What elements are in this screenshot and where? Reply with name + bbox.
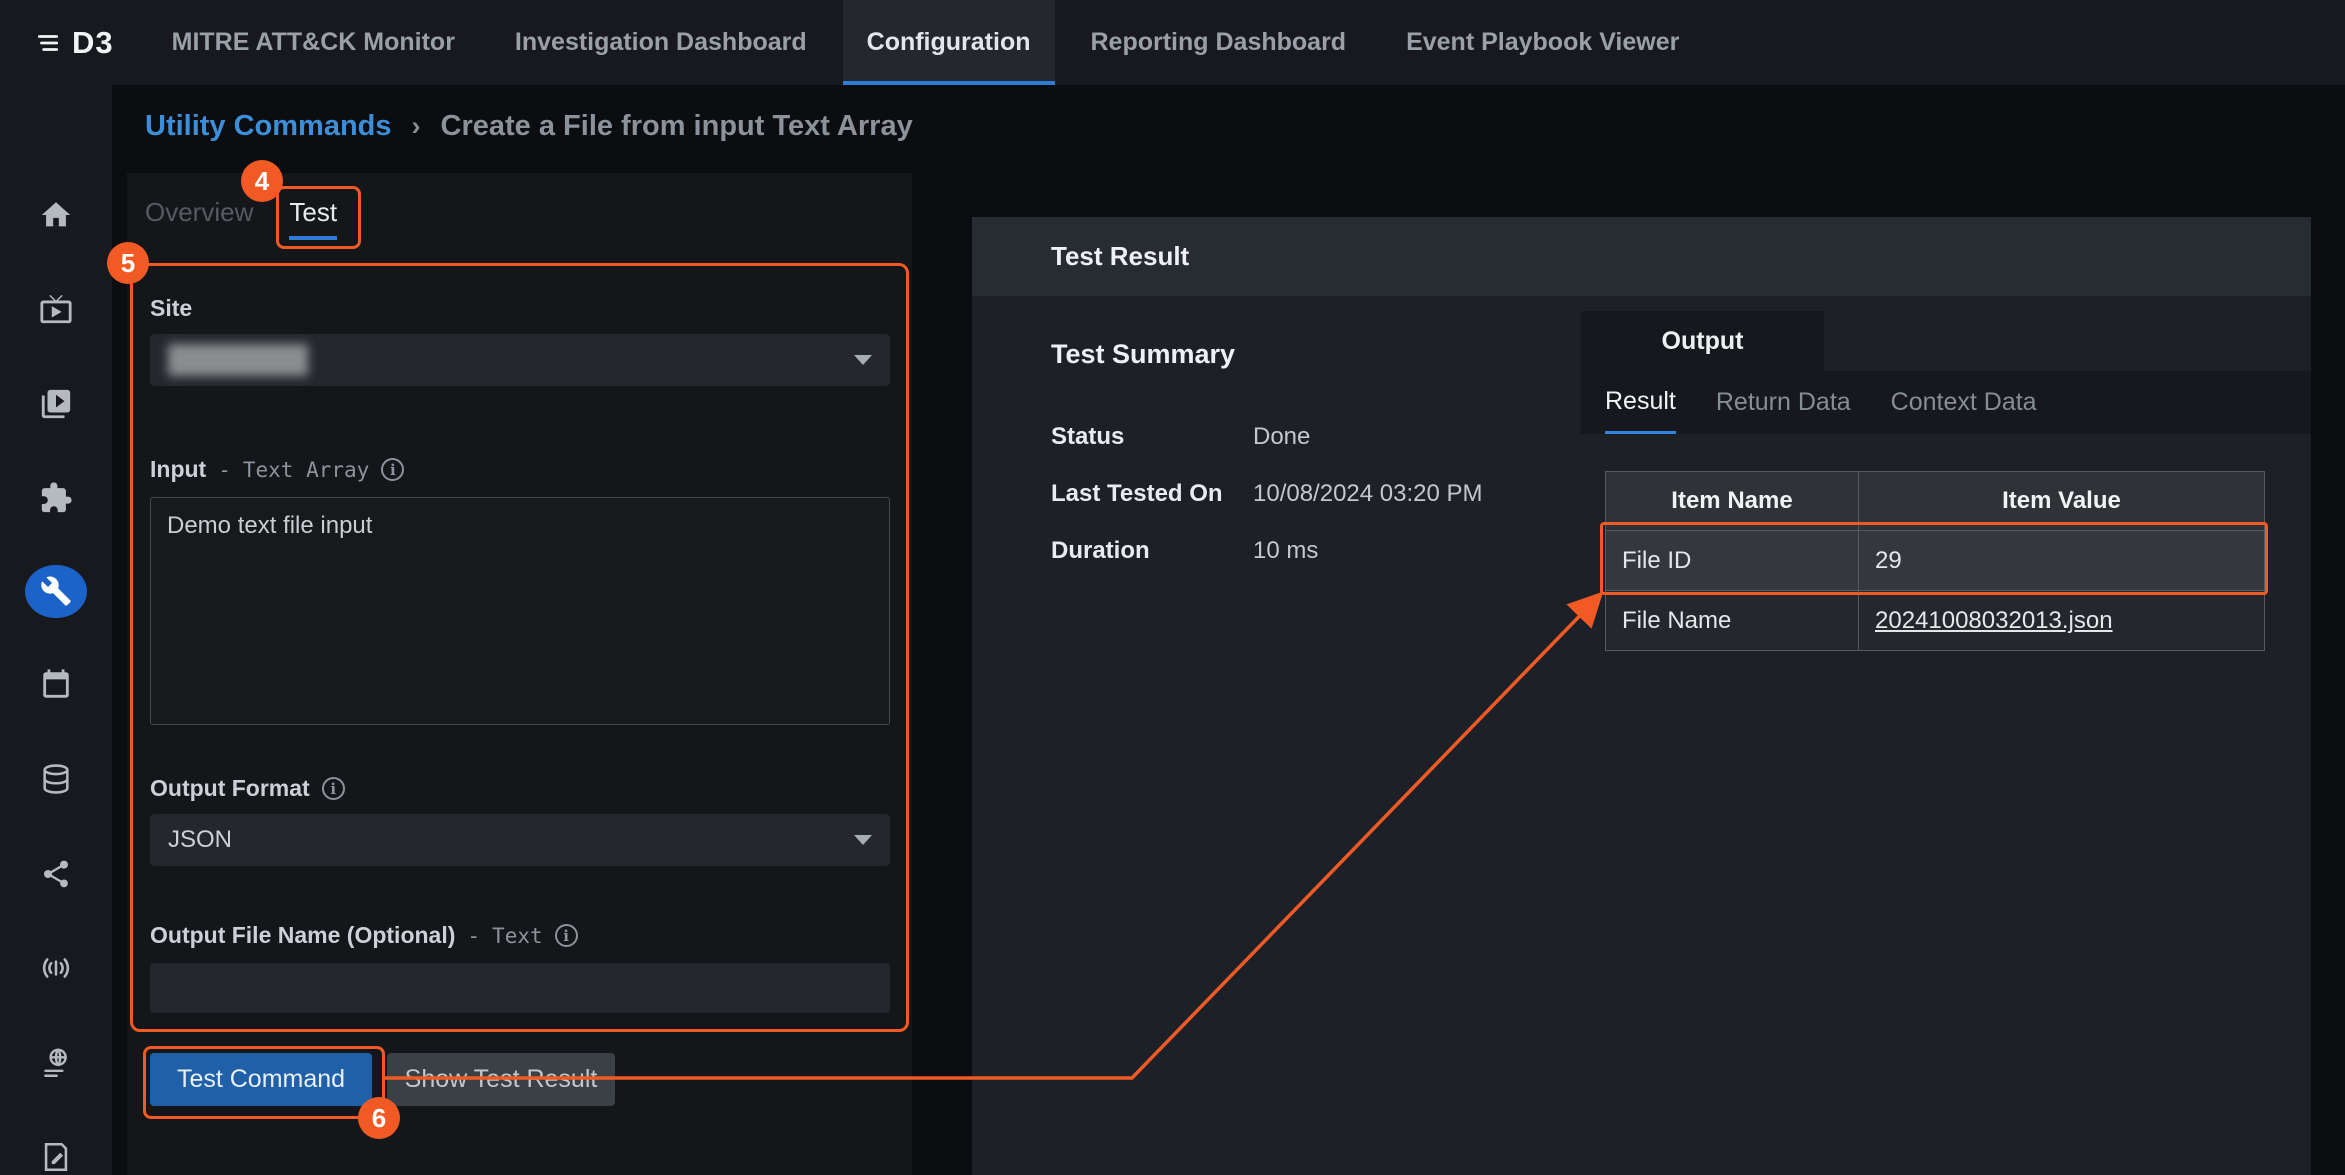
file-id-name-cell: File ID xyxy=(1606,531,1859,591)
home-icon[interactable] xyxy=(25,197,87,233)
monitor-icon[interactable] xyxy=(25,292,87,328)
file-id-value-cell: 29 xyxy=(1859,531,2265,591)
breadcrumb: Utility Commands › Create a File from in… xyxy=(145,85,913,167)
input-type-hint: Text Array xyxy=(243,458,369,482)
test-result-title: Test Result xyxy=(1051,241,1189,272)
d3-logo[interactable]: D3 xyxy=(0,0,142,85)
subtab-result[interactable]: Result xyxy=(1605,371,1676,434)
nav-item-reporting-dashboard[interactable]: Reporting Dashboard xyxy=(1067,0,1371,85)
last-tested-value: 10/08/2024 03:20 PM xyxy=(1253,480,1483,508)
test-command-button[interactable]: Test Command xyxy=(150,1053,372,1106)
breadcrumb-separator: › xyxy=(412,111,421,142)
column-header-item-value: Item Value xyxy=(1859,472,2265,531)
test-result-header: Test Result xyxy=(972,217,2311,296)
geolocation-icon[interactable] xyxy=(25,1045,87,1081)
data-management-icon[interactable] xyxy=(25,761,87,797)
playbook-library-icon[interactable] xyxy=(25,386,87,422)
site-label: Site xyxy=(150,295,890,322)
nav-item-mitre-monitor[interactable]: MITRE ATT&CK Monitor xyxy=(148,0,479,85)
output-file-type-hint: Text xyxy=(492,924,543,948)
audit-log-icon[interactable] xyxy=(25,1140,87,1175)
tab-overview[interactable]: Overview xyxy=(145,197,253,240)
table-row-file-name: File Name 20241008032013.json xyxy=(1606,591,2265,651)
file-name-name-cell: File Name xyxy=(1606,591,1859,651)
schedule-icon[interactable] xyxy=(25,667,87,703)
table-row-file-id: File ID 29 xyxy=(1606,531,2265,591)
file-name-value-cell: 20241008032013.json xyxy=(1859,591,2265,651)
tab-output[interactable]: Output xyxy=(1581,311,1824,371)
integrations-icon[interactable] xyxy=(25,481,87,517)
summary-row-status: Status Done xyxy=(1051,408,1483,465)
d3-logo-text: D3 xyxy=(72,25,114,61)
test-form: Site Input - Text Array Demo text file i… xyxy=(150,273,890,1013)
utility-commands-icon[interactable] xyxy=(25,565,87,619)
show-test-result-button[interactable]: Show Test Result xyxy=(387,1053,615,1106)
input-textarea[interactable]: Demo text file input xyxy=(150,497,890,725)
page-title: Create a File from input Text Array xyxy=(441,110,913,143)
nav-item-configuration[interactable]: Configuration xyxy=(843,0,1055,85)
result-table-header-row: Item Name Item Value xyxy=(1606,472,2265,531)
output-subtabs: Result Return Data Context Data xyxy=(1581,371,2311,434)
tab-test[interactable]: Test xyxy=(289,197,337,240)
summary-row-duration: Duration 10 ms xyxy=(1051,522,1483,579)
chevron-down-icon xyxy=(854,355,872,365)
test-summary-heading: Test Summary xyxy=(1051,339,1483,370)
summary-row-last-tested: Last Tested On 10/08/2024 03:20 PM xyxy=(1051,465,1483,522)
command-test-panel: Overview Test Site Input - Text Array De… xyxy=(127,173,912,1175)
column-header-item-name: Item Name xyxy=(1606,472,1859,531)
subtab-context-data[interactable]: Context Data xyxy=(1891,371,2037,434)
status-value: Done xyxy=(1253,423,1310,451)
chevron-down-icon xyxy=(854,835,872,845)
result-table: Item Name Item Value File ID 29 File Nam… xyxy=(1605,471,2265,651)
output-file-name-input[interactable] xyxy=(150,963,890,1013)
output-format-select[interactable]: JSON xyxy=(150,814,890,866)
output-file-name-label: Output File Name (Optional) - Text xyxy=(150,922,890,949)
top-nav: D3 MITRE ATT&CK Monitor Investigation Da… xyxy=(0,0,2345,85)
site-select[interactable] xyxy=(150,334,890,386)
site-value-redacted xyxy=(168,344,308,376)
sidebar xyxy=(0,85,112,1175)
breadcrumb-parent-link[interactable]: Utility Commands xyxy=(145,110,392,143)
test-result-panel: Test Result Test Summary Status Done Las… xyxy=(972,217,2311,1175)
info-icon[interactable] xyxy=(555,924,578,947)
info-icon[interactable] xyxy=(322,777,345,800)
file-name-link[interactable]: 20241008032013.json xyxy=(1875,607,2113,634)
broadcast-icon[interactable] xyxy=(25,950,87,986)
output-format-label: Output Format xyxy=(150,775,890,802)
info-icon[interactable] xyxy=(381,458,404,481)
d3-logo-bars-icon xyxy=(34,30,62,56)
subtab-return-data[interactable]: Return Data xyxy=(1716,371,1851,434)
input-label: Input - Text Array xyxy=(150,456,890,483)
command-tabs: Overview Test xyxy=(145,197,337,240)
nav-item-event-playbook-viewer[interactable]: Event Playbook Viewer xyxy=(1382,0,1703,85)
duration-value: 10 ms xyxy=(1253,537,1318,565)
test-summary: Test Summary Status Done Last Tested On … xyxy=(1051,339,1483,579)
nav-item-investigation-dashboard[interactable]: Investigation Dashboard xyxy=(491,0,831,85)
connections-icon[interactable] xyxy=(25,856,87,892)
